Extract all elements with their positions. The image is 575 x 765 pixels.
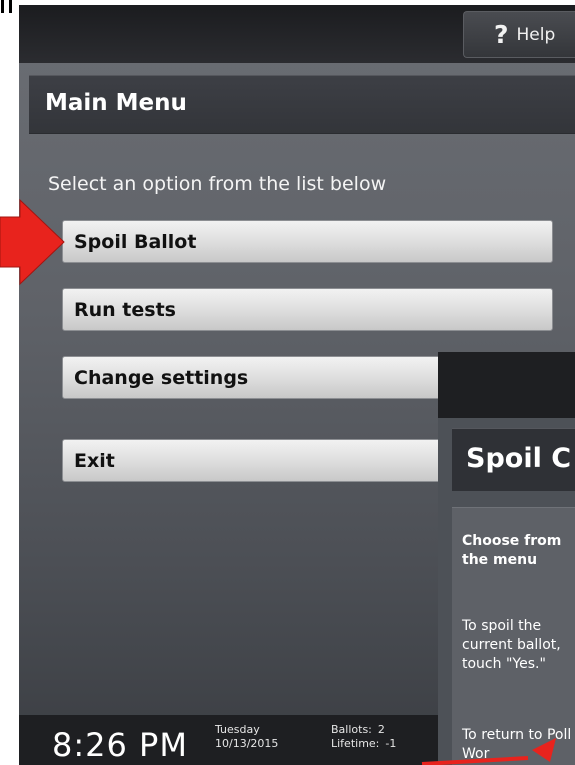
- lifetime-label: Lifetime:: [331, 737, 380, 750]
- date-label: 10/13/2015: [215, 737, 279, 750]
- top-bar: ? Help: [19, 5, 575, 63]
- overlay-heading: Choose from the menu: [462, 533, 562, 568]
- page-header: Main Menu: [29, 75, 575, 134]
- clock: 8:26 PM: [52, 726, 188, 764]
- overlay-help-panel: Choose from the menu To spoil the curren…: [452, 507, 575, 765]
- day-label: Tuesday: [215, 723, 260, 736]
- help-button[interactable]: ? Help: [463, 11, 575, 58]
- ballot-counts: Ballots: 2 Lifetime: -1: [331, 723, 396, 751]
- spoil-confirm-screen-overlay: Spoil C Choose from the menu To spoil th…: [438, 352, 575, 765]
- lifetime-value: -1: [385, 737, 397, 750]
- overlay-spoil-text: To spoil the current ballot, touch "Yes.…: [462, 618, 561, 672]
- date-display: Tuesday 10/13/2015: [215, 723, 278, 751]
- overlay-header: Spoil C: [452, 428, 575, 491]
- spoil-ballot-button[interactable]: Spoil Ballot: [62, 220, 553, 263]
- ballots-value: 2: [377, 723, 385, 736]
- ballots-label: Ballots:: [331, 723, 372, 736]
- question-mark-icon: ?: [494, 20, 509, 49]
- screenshot-fragment: [0, 0, 14, 13]
- instructions-text: Select an option from the list below: [48, 173, 387, 195]
- page-title: Main Menu: [45, 90, 187, 116]
- help-label: Help: [516, 24, 556, 45]
- overlay-top-bar: [438, 352, 575, 418]
- red-arrow-icon: [0, 198, 65, 286]
- overlay-title: Spoil C: [466, 443, 572, 474]
- run-tests-button[interactable]: Run tests: [62, 288, 553, 331]
- red-arrow-icon: [421, 738, 556, 765]
